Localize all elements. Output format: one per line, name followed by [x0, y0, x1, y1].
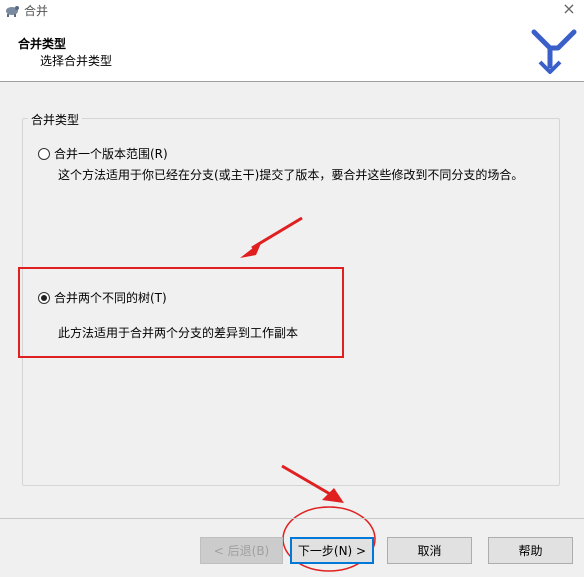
title-bar: 合并 × [0, 0, 584, 20]
window-title: 合并 [24, 4, 49, 18]
back-button[interactable]: < 后退(B) [200, 537, 283, 564]
help-button[interactable]: 帮助 [488, 537, 573, 564]
page-title: 合并类型 [18, 37, 67, 51]
option-revision-range-label: 合并一个版本范围(R) [54, 147, 168, 161]
annotation-highlight-box [18, 267, 344, 358]
option-revision-range[interactable]: 合并一个版本范围(R) [38, 145, 168, 162]
option-revision-range-description: 这个方法适用于你已经在分支(或主干)提交了版本，要合并这些修改到不同分支的场合。 [58, 168, 524, 182]
merge-logo-icon [531, 29, 577, 74]
page-subtitle: 选择合并类型 [40, 54, 113, 68]
footer-divider [0, 518, 584, 519]
radio-revision-range[interactable] [38, 147, 50, 160]
tortoise-app-icon [6, 6, 19, 17]
wizard-header: 合并类型 选择合并类型 [0, 20, 584, 82]
next-button[interactable]: 下一步(N) > [290, 537, 374, 564]
close-button[interactable]: × [554, 0, 584, 20]
cancel-button[interactable]: 取消 [387, 537, 472, 564]
groupbox-legend: 合并类型 [28, 111, 83, 128]
